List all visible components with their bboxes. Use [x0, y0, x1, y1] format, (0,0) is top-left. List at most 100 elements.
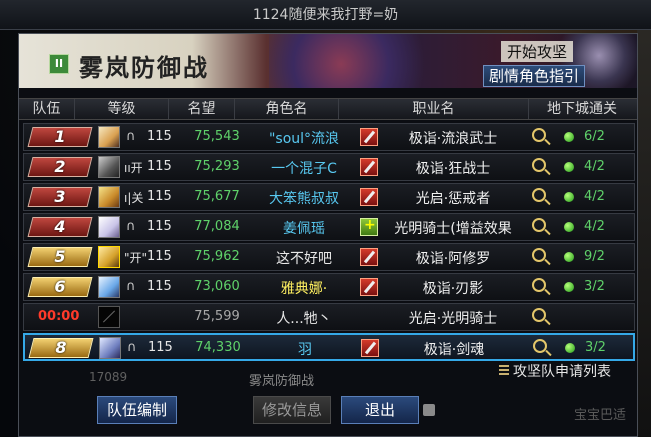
- fame-value: 75,599: [194, 309, 240, 324]
- character-name: 人...牠丶: [276, 311, 332, 327]
- character-name: 羽: [298, 342, 312, 358]
- headset-icon: ∩: [126, 129, 136, 144]
- start-raid-label: 开始攻坚: [501, 41, 574, 62]
- character-avatar[interactable]: [98, 126, 120, 148]
- search-icon[interactable]: [532, 158, 546, 172]
- job-name: 光启·光明骑士: [408, 311, 498, 327]
- table-header: 队伍 等级 名望 角色名 职业名 地下城通关: [19, 98, 637, 120]
- member-row[interactable]: 6 ∩ 115 73,060 雅典娜· 极诣·刃影 3/2: [23, 273, 635, 301]
- fame-value: 75,293: [194, 159, 240, 174]
- window-title-bar: 1124随便来我打野=奶: [0, 0, 651, 30]
- online-status-icon: [564, 252, 574, 262]
- job-name: 极诣·刃影: [422, 281, 484, 297]
- sword-icon: [360, 128, 378, 146]
- header-char-name: 角色名: [235, 99, 339, 119]
- banner-art-monster: [269, 34, 449, 88]
- member-row[interactable]: 5 "开" 115 75,962 这不好吧 极诣·阿修罗 9/2: [23, 243, 635, 271]
- raid-title: 雾岚防御战: [79, 53, 209, 82]
- member-row[interactable]: 2 ıı开 115 75,293 一个混子C 极诣·狂战士 4/2: [23, 153, 635, 181]
- story-guide-button[interactable]: 剧情角色指引: [483, 65, 586, 87]
- raid-banner: II 雾岚防御战 开始攻坚 剧情角色指引: [19, 34, 637, 88]
- holy-icon: [360, 217, 378, 236]
- rank-number: 3: [54, 187, 66, 206]
- character-avatar[interactable]: [98, 216, 120, 238]
- sword-icon: [360, 278, 378, 296]
- member-row[interactable]: 8 ∩ 115 74,330 羽 极诣·剑魂 3/2: [23, 333, 635, 361]
- fame-value: 75,677: [194, 189, 240, 204]
- team-edit-button[interactable]: 队伍编制: [97, 396, 177, 424]
- character-level: 115: [148, 340, 173, 355]
- footer-info: 17089: [89, 370, 128, 384]
- member-row[interactable]: 4 ∩ 115 77,084 姜佩瑶 光明骑士(增益效果 4/2: [23, 213, 635, 241]
- window-title: 1124随便来我打野=奶: [252, 7, 399, 23]
- online-status-icon: [564, 132, 574, 142]
- character-level: 115: [147, 279, 172, 294]
- slot-timer: 00:00: [38, 309, 80, 324]
- search-icon[interactable]: [532, 188, 546, 202]
- character-level: 115: [147, 189, 172, 204]
- queue-list-label: 攻坚队申请列表: [513, 364, 611, 380]
- dungeon-clear-count: 9/2: [584, 249, 605, 264]
- character-name: 一个混子C: [271, 161, 337, 177]
- member-row[interactable]: 00:00 75,599 人...牠丶 光启·光明骑士: [23, 303, 635, 331]
- dungeon-clear-count: 6/2: [584, 129, 605, 144]
- modify-info-button[interactable]: 修改信息: [253, 396, 331, 424]
- job-name: 极诣·狂战士: [415, 161, 491, 177]
- job-name: 光启·惩戒者: [415, 191, 491, 207]
- character-avatar[interactable]: [99, 337, 121, 359]
- exit-button[interactable]: 退出: [341, 396, 419, 424]
- member-row[interactable]: 1 ∩ 115 75,543 "soul°流浪 极诣·流浪武士 6/2: [23, 123, 635, 151]
- header-job: 职业名: [339, 99, 529, 119]
- job-name: 极诣·流浪武士: [408, 131, 498, 147]
- character-avatar[interactable]: [98, 186, 120, 208]
- dungeon-clear-count: 4/2: [584, 219, 605, 234]
- character-avatar[interactable]: [98, 156, 120, 178]
- search-icon[interactable]: [532, 248, 546, 262]
- sword-icon: [361, 339, 379, 357]
- character-avatar[interactable]: [98, 246, 120, 268]
- character-name: "soul°流浪: [268, 131, 340, 147]
- search-icon[interactable]: [533, 339, 547, 353]
- fame-value: 73,060: [194, 279, 240, 294]
- status-text: ıı开: [124, 161, 143, 175]
- character-level: 115: [147, 129, 172, 144]
- character-avatar[interactable]: [98, 276, 120, 298]
- job-name: 极诣·阿修罗: [415, 251, 491, 267]
- character-name: 大笨熊叔叔: [269, 191, 339, 207]
- character-name: 雅典娜·: [280, 281, 328, 297]
- search-icon[interactable]: [532, 308, 546, 322]
- character-name: 这不好吧: [276, 251, 332, 267]
- scene-edge: [637, 0, 651, 437]
- member-row[interactable]: 3 ı|关 115 75,677 大笨熊叔叔 光启·惩戒者 4/2: [23, 183, 635, 211]
- right-footer-text: 宝宝巴适: [574, 408, 627, 423]
- header-clear: 地下城通关: [547, 101, 617, 117]
- character-level: 115: [147, 219, 172, 234]
- headset-icon: ∩: [127, 340, 137, 355]
- rank-number: 1: [54, 127, 66, 146]
- queue-list-link[interactable]: 攻坚队申请列表: [499, 361, 611, 381]
- online-status-icon: [564, 192, 574, 202]
- rank-number: 2: [54, 157, 66, 176]
- raid-party-panel: II 雾岚防御战 开始攻坚 剧情角色指引 队伍 等级 名望 角色名 职业名 地下…: [18, 33, 638, 437]
- pause-icon[interactable]: II: [49, 54, 69, 74]
- rank-number: 5: [54, 247, 66, 266]
- fame-value: 75,962: [194, 249, 240, 264]
- search-icon[interactable]: [532, 278, 546, 292]
- dungeon-clear-count: 4/2: [584, 159, 605, 174]
- fame-value: 74,330: [195, 340, 241, 355]
- fame-value: 75,543: [194, 129, 240, 144]
- header-fame: 名望: [169, 99, 235, 119]
- headset-icon: ∩: [126, 279, 136, 294]
- rank-number: 4: [54, 217, 66, 236]
- footer-mode: 雾岚防御战: [249, 374, 315, 389]
- dungeon-clear-count: 3/2: [585, 340, 606, 355]
- job-name: 极诣·剑魂: [423, 342, 485, 358]
- character-avatar[interactable]: [98, 306, 120, 328]
- search-icon[interactable]: [532, 218, 546, 232]
- headset-icon: ∩: [126, 219, 136, 234]
- search-icon[interactable]: [532, 128, 546, 142]
- sword-icon: [360, 188, 378, 206]
- header-level: 等级: [75, 99, 169, 119]
- dungeon-clear-count: 3/2: [584, 279, 605, 294]
- character-level: 115: [147, 159, 172, 174]
